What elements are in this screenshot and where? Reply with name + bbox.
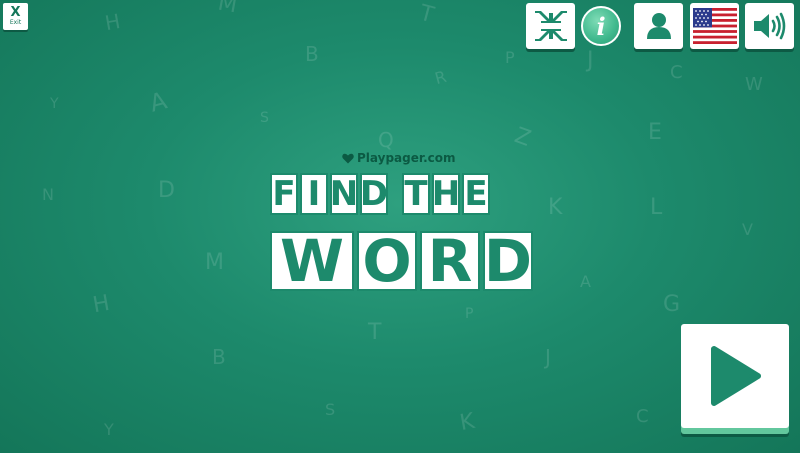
background-letter: Y: [104, 420, 114, 439]
background-letter: C: [636, 406, 649, 427]
background-letter: L: [650, 195, 663, 220]
background-letter: E: [648, 120, 662, 145]
info-icon: i: [581, 6, 621, 46]
title-letter: F: [270, 173, 298, 215]
info-icon-label: i: [596, 11, 606, 41]
exit-button-sublabel: Exit: [9, 19, 22, 26]
background-letter: A: [146, 86, 170, 118]
background-letter: P: [505, 48, 515, 67]
background-letter: D: [158, 178, 175, 203]
play-icon: [711, 346, 761, 406]
title-letter: N: [329, 173, 359, 215]
title-letter: W: [270, 227, 354, 295]
background-letter: J: [545, 345, 551, 369]
background-letter: V: [742, 220, 753, 239]
play-button[interactable]: [681, 324, 789, 428]
background-letter: W: [745, 74, 763, 95]
title-letter: D: [359, 173, 389, 215]
sound-toggle-button[interactable]: [745, 3, 794, 49]
user-icon: [646, 13, 671, 39]
title-letter: R: [420, 227, 480, 295]
heart-icon: [342, 153, 354, 163]
title-letter: H: [431, 173, 461, 215]
background-letter: A: [580, 272, 591, 291]
game-stage: MTHBPJRCWYASQZEDNKLVMAGHTPBJSCYK X Exit …: [0, 0, 800, 453]
profile-button[interactable]: [634, 3, 683, 49]
background-letter: C: [670, 62, 683, 83]
language-button[interactable]: [690, 3, 739, 49]
background-letter: N: [42, 185, 54, 204]
background-letter: Q: [378, 128, 394, 152]
info-button[interactable]: i: [579, 3, 623, 49]
game-title-line1: FINDTHE: [270, 173, 492, 215]
background-letter: Y: [50, 96, 59, 112]
fullscreen-toggle-button[interactable]: [526, 3, 575, 49]
background-letter: B: [212, 345, 226, 369]
background-letter: G: [663, 292, 681, 317]
title-letter: T: [402, 173, 430, 215]
background-letter: S: [260, 110, 269, 126]
game-title-line2: WORD: [270, 227, 536, 295]
compress-icon: [534, 11, 567, 41]
title-letter: O: [357, 227, 417, 295]
brand-logo: Playpager.com: [342, 150, 456, 166]
background-letter: T: [416, 0, 437, 29]
background-letter: B: [305, 42, 319, 66]
background-letter: Z: [511, 123, 534, 152]
speaker-icon: [753, 12, 785, 40]
background-letter: P: [465, 306, 474, 322]
background-letter: H: [90, 290, 112, 319]
background-letter: R: [432, 66, 449, 89]
background-letter: K: [457, 408, 477, 437]
title-letter: D: [483, 227, 533, 295]
us-flag-icon: [692, 8, 737, 44]
background-letter: M: [205, 250, 224, 275]
background-letter: H: [103, 8, 123, 36]
exit-button-label: X: [10, 5, 21, 20]
background-letter: J: [587, 48, 594, 73]
title-letter: E: [462, 173, 490, 215]
exit-button[interactable]: X Exit: [3, 3, 28, 30]
brand-text: Playpager.com: [357, 151, 456, 165]
background-letter: T: [368, 320, 382, 345]
background-letter: S: [325, 400, 336, 419]
title-letter: I: [300, 173, 328, 215]
background-letter: K: [548, 195, 563, 220]
background-letter: M: [215, 0, 240, 19]
